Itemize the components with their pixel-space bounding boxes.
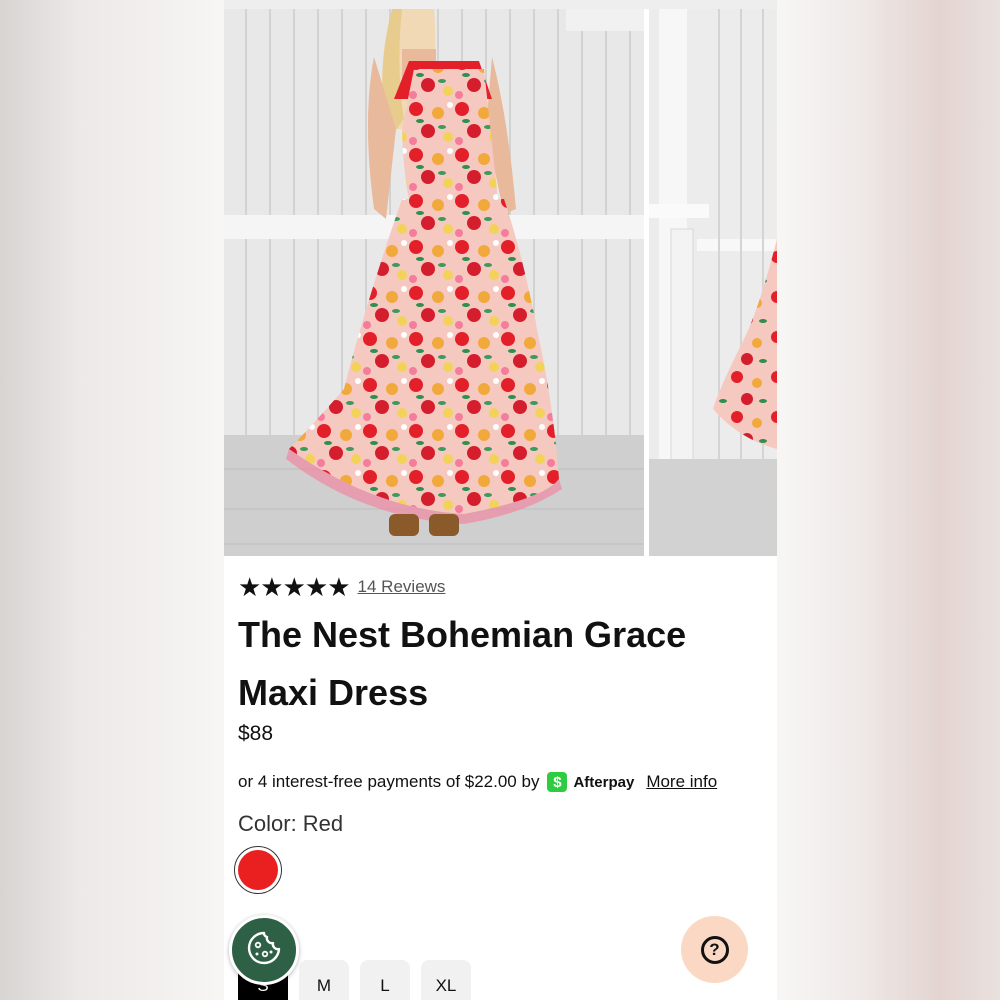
size-button-xl[interactable]: XL bbox=[421, 960, 471, 1000]
reviews-link[interactable]: 14 Reviews bbox=[358, 577, 446, 597]
product-page: ★★★★★ 14 Reviews The Nest Bohemian Grace… bbox=[224, 0, 777, 1000]
color-swatch-fill bbox=[238, 850, 278, 890]
size-button-m[interactable]: M bbox=[299, 960, 349, 1000]
afterpay-row: or 4 interest-free payments of $22.00 by… bbox=[238, 772, 717, 792]
more-info-link[interactable]: More info bbox=[646, 772, 717, 792]
product-price: $88 bbox=[238, 722, 274, 745]
image-gallery[interactable] bbox=[224, 9, 777, 556]
rating-stars: ★★★★★ bbox=[238, 572, 351, 602]
help-button[interactable]: ? bbox=[681, 916, 748, 983]
afterpay-text: or 4 interest-free payments of $22.00 by bbox=[238, 772, 540, 791]
cookie-icon bbox=[246, 930, 282, 971]
color-label: Color: Red bbox=[238, 811, 344, 836]
product-photo-next[interactable] bbox=[649, 9, 777, 556]
rating-row: ★★★★★ 14 Reviews bbox=[238, 573, 445, 601]
product-photo-main[interactable] bbox=[224, 9, 644, 556]
afterpay-logo-icon: $ bbox=[547, 772, 568, 792]
size-button-l[interactable]: L bbox=[360, 960, 410, 1000]
cookie-settings-button[interactable] bbox=[229, 915, 299, 985]
afterpay-brand: Afterpay bbox=[573, 773, 635, 791]
help-icon: ? bbox=[700, 935, 729, 964]
top-bar bbox=[224, 0, 777, 9]
product-title: The Nest Bohemian Grace Maxi Dress bbox=[238, 614, 687, 713]
color-swatch-red[interactable] bbox=[234, 846, 282, 894]
